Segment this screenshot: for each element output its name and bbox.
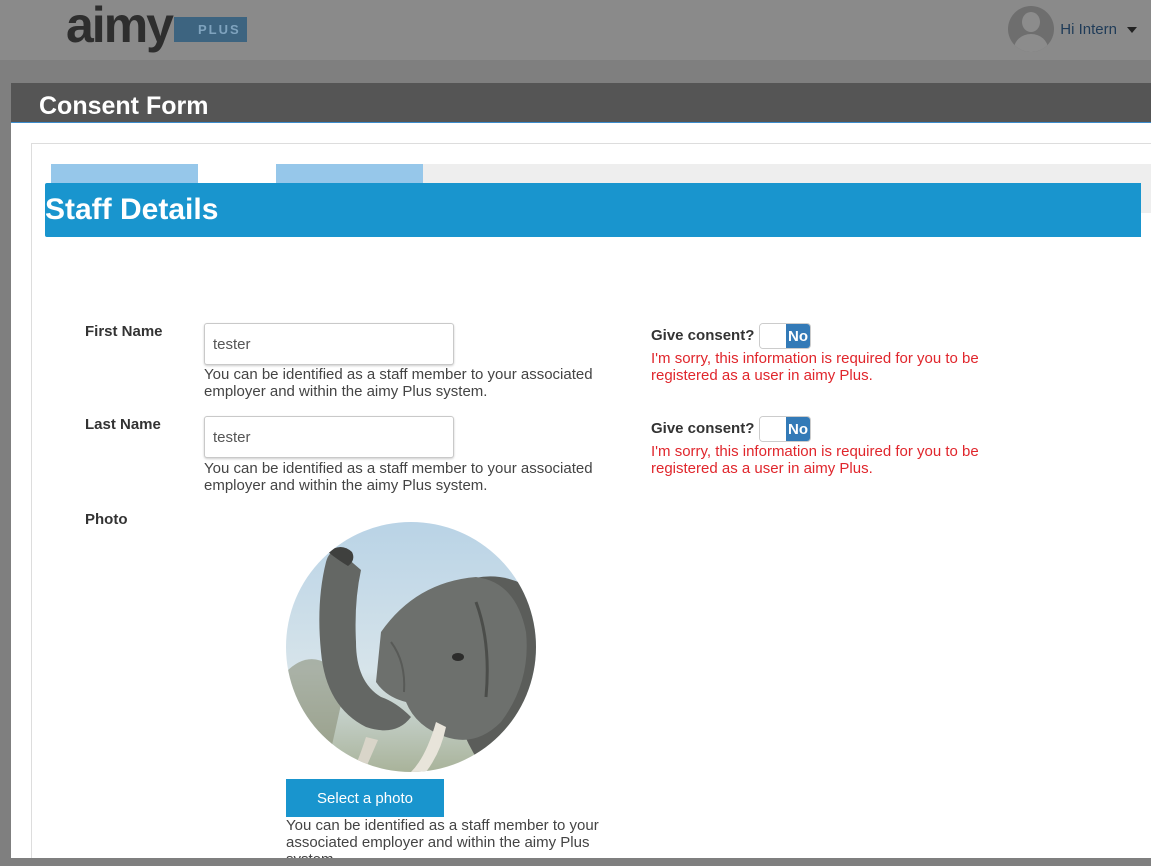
- section-banner: Staff Details: [45, 183, 1141, 237]
- first-name-input[interactable]: [204, 323, 454, 365]
- form-panel: INTRODUCTION STAFF CONFIRMATION: [31, 143, 1151, 858]
- chevron-down-icon[interactable]: [1127, 27, 1137, 33]
- photo-help: You can be identified as a staff member …: [286, 817, 599, 858]
- first-name-label: First Name: [85, 323, 163, 340]
- last-name-consent-error: I'm sorry, this information is required …: [651, 443, 979, 477]
- app-logo[interactable]: aimy PLUS: [66, 0, 247, 53]
- user-greeting[interactable]: Hi Intern: [1060, 21, 1117, 38]
- toggle-handle: [760, 324, 786, 348]
- toggle-handle: [760, 417, 786, 441]
- modal-header: Consent Form: [11, 83, 1151, 123]
- logo-badge: PLUS: [173, 17, 247, 42]
- last-name-label: Last Name: [85, 416, 161, 433]
- modal-title: Consent Form: [39, 92, 209, 120]
- last-name-help: You can be identified as a staff member …: [204, 460, 593, 494]
- last-name-input[interactable]: [204, 416, 454, 458]
- logo-wordmark: aimy: [66, 0, 174, 53]
- section-title: Staff Details: [45, 193, 219, 226]
- last-name-consent-label: Give consent?: [651, 420, 755, 437]
- elephant-photo: [286, 522, 536, 772]
- top-navbar: aimy PLUS Hi Intern: [0, 0, 1151, 60]
- first-name-help: You can be identified as a staff member …: [204, 366, 593, 400]
- last-name-consent-toggle[interactable]: No: [759, 416, 811, 442]
- user-menu[interactable]: Hi Intern: [1008, 5, 1137, 53]
- avatar[interactable]: [1008, 6, 1055, 52]
- toggle-state-label: No: [786, 417, 810, 441]
- first-name-consent-label: Give consent?: [651, 327, 755, 344]
- staff-photo: [286, 522, 536, 772]
- consent-form-modal: Consent Form INTRODUCTION STAFF CONFIRMA…: [11, 83, 1151, 858]
- photo-label: Photo: [85, 511, 128, 528]
- first-name-consent-toggle[interactable]: No: [759, 323, 811, 349]
- toggle-state-label: No: [786, 324, 810, 348]
- select-photo-button[interactable]: Select a photo: [286, 779, 444, 817]
- first-name-consent-error: I'm sorry, this information is required …: [651, 350, 979, 384]
